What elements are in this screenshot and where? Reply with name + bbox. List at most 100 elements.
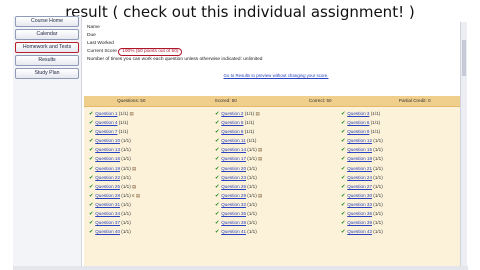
help-tools-icon[interactable]: € ▤ (132, 193, 140, 198)
question-row: ✔ Question 42 (1/1) (336, 227, 462, 236)
question-link[interactable]: Question 23 (221, 175, 246, 180)
question-score: (1/1) (247, 147, 257, 153)
question-link[interactable]: Question 11 (221, 138, 245, 143)
question-link[interactable]: Question 39 (347, 220, 372, 225)
sidebar-item-course-home[interactable]: Course Home (15, 16, 79, 27)
question-row: ✔ Question 8 (1/1) (210, 127, 336, 136)
question-row: ✔ Question 33 (1/1) (336, 200, 462, 209)
question-link[interactable]: Question 15 (347, 147, 372, 152)
question-row: ✔ Question 41 (1/1) (210, 227, 336, 236)
question-link[interactable]: Question 35 (221, 211, 246, 216)
question-link[interactable]: Question 18 (347, 156, 372, 161)
question-link[interactable]: Question 41 (221, 229, 246, 234)
results-link[interactable]: Go to Results to preview without changin… (84, 73, 468, 78)
question-score: (1/1) (247, 201, 257, 207)
question-link[interactable]: Question 29 (221, 193, 246, 198)
current-score-label: Current Score (87, 49, 117, 54)
question-score: (1/1) (121, 147, 131, 153)
question-row: ✔ Question 35 (1/1) (210, 209, 336, 218)
question-score: (1/1) (373, 192, 383, 198)
question-link[interactable]: Question 26 (221, 184, 246, 189)
due-label: Due (87, 33, 96, 38)
question-link[interactable]: Question 2 (221, 111, 243, 116)
sidebar-item-study-plan[interactable]: Study Plan (15, 68, 79, 79)
help-tools-icon[interactable]: ▤ (258, 193, 262, 198)
question-column: ✔ Question 3 (1/1) ✔ Question 6 (1/1) ✔ Qu… (336, 109, 462, 236)
question-link[interactable]: Question 1 (95, 111, 117, 116)
sidebar-item-results[interactable]: Results (15, 55, 79, 66)
help-tools-icon[interactable]: ▤ (132, 166, 136, 171)
question-link[interactable]: Question 3 (347, 111, 369, 116)
question-link[interactable]: Question 4 (95, 120, 117, 125)
question-row: ✔ Question 10 (1/1) (84, 136, 210, 145)
question-row: ✔ Question 20 (1/1) (210, 164, 336, 173)
question-score: (1/1) (247, 183, 257, 189)
question-score: (1/1) (121, 220, 131, 226)
question-link[interactable]: Question 16 (95, 156, 120, 161)
question-link[interactable]: Question 33 (347, 202, 372, 207)
question-link[interactable]: Question 38 (221, 220, 246, 225)
question-link[interactable]: Question 13 (95, 147, 120, 152)
question-score: (1/1) (121, 165, 131, 171)
question-score: (1/1) (118, 120, 129, 126)
question-row: ✔ Question 31 (1/1) (84, 200, 210, 209)
sidebar-item-homework-tests[interactable]: Homework and Tests (15, 42, 79, 53)
questions-count: Questions: 50 (117, 98, 146, 103)
question-grid: Questions: 50 Scored: 50 Correct: 50 Par… (84, 96, 462, 270)
question-row: ✔ Question 27 (1/1) (336, 182, 462, 191)
question-link[interactable]: Question 17 (221, 156, 246, 161)
question-link[interactable]: Question 42 (347, 229, 372, 234)
question-score: (1/1) (373, 165, 383, 171)
question-score: (1/1) (121, 201, 131, 207)
question-link[interactable]: Question 5 (221, 120, 243, 125)
question-row: ✔ Question 24 (1/1) (336, 173, 462, 182)
question-row: ✔ Question 14 (1/1) ▤ (210, 145, 336, 154)
help-tools-icon[interactable]: ▤ (132, 184, 136, 189)
question-link[interactable]: Question 24 (347, 175, 372, 180)
question-link[interactable]: Question 30 (347, 193, 372, 198)
question-score: (1/1) (247, 220, 257, 226)
question-link[interactable]: Question 25 (95, 184, 120, 189)
question-score: (1/1) (246, 138, 257, 144)
sidebar-nav: Course Home Calendar Homework and Tests … (13, 16, 82, 266)
scrollbar-thumb[interactable] (462, 40, 466, 76)
question-score: (1/1) (244, 129, 255, 135)
question-link[interactable]: Question 22 (95, 175, 120, 180)
question-link[interactable]: Question 34 (95, 211, 120, 216)
question-link[interactable]: Question 10 (95, 138, 120, 143)
question-link[interactable]: Question 20 (221, 166, 246, 171)
question-row: ✔ Question 6 (1/1) (336, 118, 462, 127)
question-link[interactable]: Question 7 (95, 129, 117, 134)
question-row: ✔ Question 5 (1/1) (210, 118, 336, 127)
help-tools-icon[interactable]: ▤ (255, 111, 259, 116)
question-row: ✔ Question 16 (1/1) (84, 154, 210, 163)
help-tools-icon[interactable]: ▤ (258, 147, 262, 152)
question-row: ✔ Question 37 (1/1) (84, 218, 210, 227)
help-tools-icon[interactable]: ▤ (129, 111, 133, 116)
question-score: (1/1) (118, 129, 129, 135)
question-row: ✔ Question 11 (1/1) (210, 136, 336, 145)
question-row: ✔ Question 21 (1/1) (336, 164, 462, 173)
question-link[interactable]: Question 8 (221, 129, 243, 134)
question-link[interactable]: Question 21 (347, 166, 372, 171)
question-link[interactable]: Question 36 (347, 211, 372, 216)
question-link[interactable]: Question 9 (347, 129, 369, 134)
question-link[interactable]: Question 27 (347, 184, 372, 189)
question-link[interactable]: Question 6 (347, 120, 369, 125)
question-score: (1/1) (373, 201, 383, 207)
question-link[interactable]: Question 28 (95, 193, 120, 198)
question-row: ✔ Question 4 (1/1) (84, 118, 210, 127)
question-score: (1/1) (247, 192, 257, 198)
vertical-scrollbar[interactable] (460, 22, 467, 268)
question-score: (1/1) (247, 211, 257, 217)
question-link[interactable]: Question 31 (95, 202, 120, 207)
question-link[interactable]: Question 37 (95, 220, 120, 225)
sidebar-item-calendar[interactable]: Calendar (15, 29, 79, 40)
question-link[interactable]: Question 14 (221, 147, 246, 152)
question-link[interactable]: Question 32 (221, 202, 246, 207)
help-tools-icon[interactable]: ▤ (258, 156, 262, 161)
question-link[interactable]: Question 40 (95, 229, 120, 234)
question-link[interactable]: Question 19 (95, 166, 120, 171)
question-link[interactable]: Question 12 (347, 138, 372, 143)
name-label: Name (87, 25, 100, 30)
